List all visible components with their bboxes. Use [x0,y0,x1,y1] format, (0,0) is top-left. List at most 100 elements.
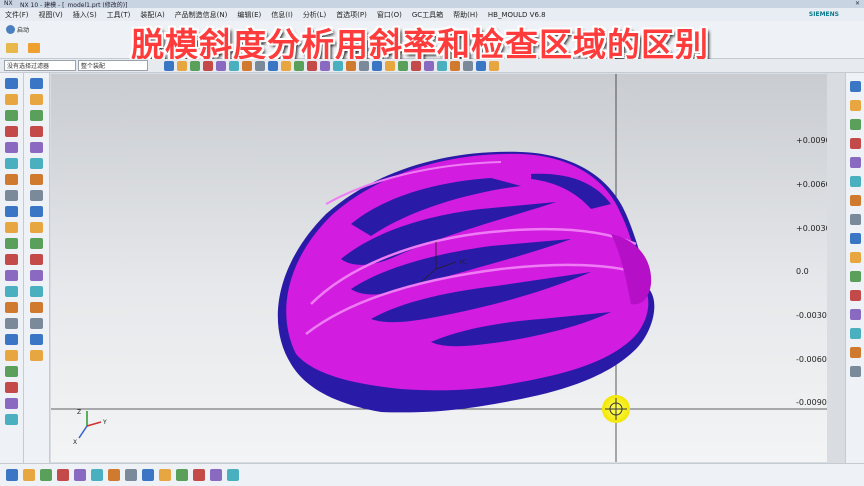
tool-icon[interactable] [5,190,18,201]
snap-icon[interactable] [372,60,382,71]
tool-icon[interactable] [5,382,18,393]
tool-icon[interactable] [5,318,18,329]
menu-file[interactable]: 文件(F) [5,10,29,20]
snap-icon[interactable] [281,60,291,71]
tool-icon[interactable] [5,334,18,345]
feature-icon[interactable] [30,94,43,105]
resource-icon[interactable] [849,290,861,301]
snap-icon[interactable] [489,60,499,71]
feature-icon[interactable] [30,158,43,169]
folder-icon[interactable] [6,43,18,53]
tool-icon[interactable] [23,469,35,481]
feature-icon[interactable] [30,350,43,361]
snap-icon[interactable] [359,60,369,71]
snap-icon[interactable] [320,60,330,71]
resource-icon[interactable] [849,309,861,320]
snap-icon[interactable] [411,60,421,71]
resource-icon[interactable] [849,347,861,358]
tool-icon[interactable] [40,469,52,481]
tool-icon[interactable] [5,126,18,137]
tool-icon[interactable] [5,110,18,121]
tool-icon[interactable] [5,350,18,361]
tool-icon[interactable] [5,270,18,281]
snap-icon[interactable] [307,60,317,71]
snap-icon[interactable] [333,60,343,71]
tool-icon[interactable] [5,78,18,89]
snap-icon[interactable] [463,60,473,71]
tool-icon[interactable] [5,414,18,425]
helmet-model[interactable] [277,151,655,413]
tool-icon[interactable] [5,366,18,377]
tool-icon[interactable] [159,469,171,481]
resource-icon[interactable] [849,157,861,168]
resource-icon[interactable] [849,328,861,339]
feature-icon[interactable] [30,206,43,217]
tool-icon[interactable] [5,238,18,249]
tool-icon[interactable] [5,206,18,217]
feature-icon[interactable] [30,174,43,185]
feature-icon[interactable] [30,334,43,345]
feature-icon[interactable] [30,302,43,313]
feature-icon[interactable] [30,126,43,137]
tool-icon[interactable] [5,94,18,105]
tool-icon[interactable] [57,469,69,481]
feature-icon[interactable] [30,286,43,297]
snap-icon[interactable] [216,60,226,71]
tool-icon[interactable] [176,469,188,481]
snap-icon[interactable] [177,60,187,71]
menu-tools[interactable]: 工具(T) [107,10,131,20]
snap-icon[interactable] [242,60,252,71]
menu-view[interactable]: 视图(V) [39,10,63,20]
tool-icon[interactable] [74,469,86,481]
snap-icon[interactable] [437,60,447,71]
resource-icon[interactable] [849,81,861,92]
feature-icon[interactable] [30,254,43,265]
tool-icon[interactable] [108,469,120,481]
feature-icon[interactable] [30,190,43,201]
resource-icon[interactable] [849,119,861,130]
resource-icon[interactable] [849,271,861,282]
feature-icon[interactable] [30,318,43,329]
feature-icon[interactable] [30,270,43,281]
resource-icon[interactable] [849,252,861,263]
feature-icon[interactable] [30,110,43,121]
snap-icon[interactable] [385,60,395,71]
save-icon[interactable] [28,43,40,53]
snap-icon[interactable] [190,60,200,71]
graphics-viewport[interactable]: YC Z Y X +0.0090 +0.0060 +0.0030 0.0 -0.… [51,74,827,462]
snap-icon[interactable] [398,60,408,71]
resource-icon[interactable] [849,138,861,149]
tool-icon[interactable] [5,286,18,297]
snap-icon[interactable] [346,60,356,71]
tool-icon[interactable] [6,469,18,481]
feature-icon[interactable] [30,222,43,233]
tool-icon[interactable] [125,469,137,481]
tool-icon[interactable] [227,469,239,481]
tool-icon[interactable] [142,469,154,481]
snap-icon[interactable] [164,60,174,71]
tool-icon[interactable] [5,142,18,153]
resource-icon[interactable] [849,214,861,225]
assembly-scope-dropdown[interactable]: 整个装配 [78,60,148,71]
resource-icon[interactable] [849,366,861,377]
selection-filter-dropdown[interactable]: 没有选择过滤器 [4,60,76,71]
tool-icon[interactable] [210,469,222,481]
start-button[interactable]: 启动 [6,25,29,34]
resource-icon[interactable] [849,176,861,187]
snap-icon[interactable] [255,60,265,71]
tool-icon[interactable] [5,158,18,169]
resource-icon[interactable] [849,233,861,244]
resource-icon[interactable] [849,195,861,206]
snap-icon[interactable] [294,60,304,71]
tool-icon[interactable] [5,302,18,313]
tool-icon[interactable] [5,222,18,233]
close-icon[interactable]: ✕ [855,0,860,7]
snap-icon[interactable] [229,60,239,71]
tool-icon[interactable] [5,254,18,265]
menu-insert[interactable]: 插入(S) [73,10,97,20]
tool-icon[interactable] [193,469,205,481]
snap-icon[interactable] [268,60,278,71]
feature-icon[interactable] [30,78,43,89]
snap-icon[interactable] [476,60,486,71]
snap-icon[interactable] [450,60,460,71]
